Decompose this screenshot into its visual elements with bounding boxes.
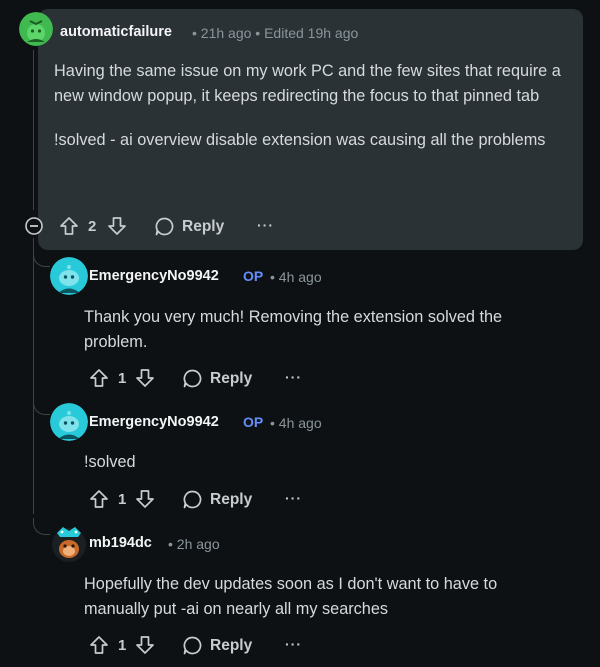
vote-count: 2	[88, 218, 97, 235]
thread-elbow	[33, 518, 50, 535]
avatar[interactable]	[50, 403, 88, 441]
comment-body: Hopefully the dev updates soon as I don'…	[84, 572, 564, 621]
timestamp: • 4h ago	[270, 269, 322, 285]
more-options-button[interactable]: ···	[257, 217, 274, 233]
upvote-icon[interactable]	[89, 368, 109, 388]
reply-icon[interactable]	[182, 635, 203, 656]
downvote-icon[interactable]	[135, 635, 155, 655]
comment-body: Thank you very much! Removing the extens…	[84, 305, 564, 354]
username[interactable]: EmergencyNo9942	[89, 268, 219, 284]
thread-elbow	[33, 250, 50, 267]
thread-elbow	[33, 398, 50, 415]
more-options-button[interactable]: ···	[285, 369, 302, 385]
more-options-button[interactable]: ···	[285, 490, 302, 506]
comment-paragraph: Having the same issue on my work PC and …	[54, 62, 561, 105]
op-badge: OP	[243, 414, 264, 430]
reply-icon[interactable]	[154, 216, 175, 237]
comment-paragraph: !solved - ai overview disable extension …	[54, 131, 546, 149]
thread-line[interactable]	[33, 238, 34, 514]
comment-paragraph: Thank you very much! Removing the extens…	[84, 308, 503, 351]
comment-paragraph: Hopefully the dev updates soon as I don'…	[84, 575, 498, 618]
reply-button[interactable]: Reply	[210, 370, 252, 388]
timestamp: • 2h ago	[168, 536, 220, 552]
username[interactable]: EmergencyNo9942	[89, 414, 219, 430]
upvote-icon[interactable]	[59, 216, 79, 236]
comment-body: !solved	[84, 450, 564, 475]
comment-paragraph: !solved	[84, 453, 136, 471]
thread-line[interactable]	[33, 50, 34, 210]
reply-button[interactable]: Reply	[182, 218, 224, 236]
reply-icon[interactable]	[182, 368, 203, 389]
downvote-icon[interactable]	[135, 489, 155, 509]
collapse-thread-icon[interactable]	[25, 217, 43, 235]
username[interactable]: automaticfailure	[60, 24, 172, 40]
avatar[interactable]	[50, 523, 88, 563]
upvote-icon[interactable]	[89, 489, 109, 509]
downvote-icon[interactable]	[107, 216, 127, 236]
avatar[interactable]	[50, 257, 88, 295]
op-badge: OP	[243, 268, 264, 284]
vote-count: 1	[118, 491, 127, 508]
username[interactable]: mb194dc	[89, 535, 152, 551]
reply-icon[interactable]	[182, 489, 203, 510]
reply-button[interactable]: Reply	[210, 637, 252, 655]
upvote-icon[interactable]	[89, 635, 109, 655]
vote-count: 1	[118, 370, 127, 387]
vote-count: 1	[118, 637, 127, 654]
reply-button[interactable]: Reply	[210, 491, 252, 509]
timestamp: • 21h ago • Edited 19h ago	[192, 25, 359, 41]
comment-body: Having the same issue on my work PC and …	[54, 59, 564, 153]
downvote-icon[interactable]	[135, 368, 155, 388]
more-options-button[interactable]: ···	[285, 636, 302, 652]
timestamp: • 4h ago	[270, 415, 322, 431]
avatar[interactable]	[19, 12, 53, 46]
